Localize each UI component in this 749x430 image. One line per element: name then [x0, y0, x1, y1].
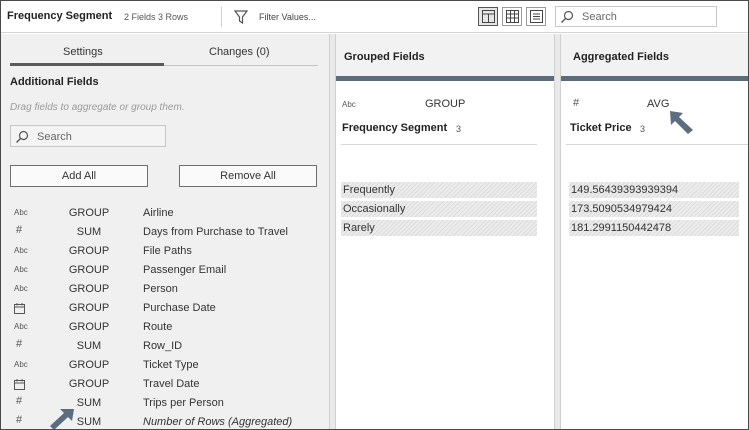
string-type-icon: Abc: [14, 246, 28, 255]
list-item[interactable]: 181.2991150442478: [569, 220, 739, 236]
drag-hint: Drag fields to aggregate or group them.: [10, 102, 185, 113]
string-type-icon: Abc: [14, 265, 28, 274]
list-item[interactable]: GROUP Travel Date: [1, 375, 329, 394]
string-type-icon: Abc: [14, 284, 28, 293]
add-all-button[interactable]: Add All: [10, 165, 148, 187]
tab-settings[interactable]: Settings: [63, 46, 103, 58]
panel-splitter[interactable]: [329, 34, 336, 429]
active-tab-indicator: [10, 63, 164, 66]
table-view-button[interactable]: [502, 7, 522, 26]
field-name: File Paths: [143, 245, 192, 257]
search-input[interactable]: Search: [555, 6, 717, 27]
list-item[interactable]: Abc GROUP Ticket Type: [1, 356, 329, 375]
string-type-icon: Abc: [14, 208, 28, 217]
number-type-icon: #: [16, 224, 23, 236]
search-icon: [16, 130, 29, 143]
list-item[interactable]: Abc GROUP Route: [1, 318, 329, 337]
value-count: 3: [640, 124, 646, 134]
list-item[interactable]: Occasionally: [341, 201, 537, 217]
list-item[interactable]: Abc GROUP Passenger Email: [1, 261, 329, 280]
profile-view-button[interactable]: [478, 7, 498, 26]
list-item[interactable]: 173.5090534979424: [569, 201, 739, 217]
field-name: Travel Date: [143, 378, 200, 390]
header-divider: [341, 144, 537, 145]
aggregation-type[interactable]: GROUP: [61, 321, 117, 333]
remove-all-button[interactable]: Remove All: [179, 165, 317, 187]
value-count: 3: [456, 124, 462, 134]
field-name: Airline: [143, 207, 174, 219]
number-type-icon: #: [16, 395, 23, 407]
list-view-button[interactable]: [526, 7, 546, 26]
list-item[interactable]: Abc GROUP File Paths: [1, 242, 329, 261]
aggregation-type[interactable]: SUM: [61, 226, 117, 238]
field-name: Purchase Date: [143, 302, 216, 314]
field-name: Days from Purchase to Travel: [143, 226, 288, 238]
panel-splitter[interactable]: [554, 34, 561, 429]
aggregation-type[interactable]: GROUP: [425, 98, 465, 110]
field-search-input[interactable]: Search: [10, 125, 166, 147]
panel-header-bar: [336, 76, 554, 81]
list-item[interactable]: GROUP Purchase Date: [1, 299, 329, 318]
field-search-placeholder: Search: [37, 131, 72, 143]
arrow-pointer-icon: [670, 111, 693, 134]
tab-changes[interactable]: Changes (0): [209, 46, 270, 58]
aggregation-type[interactable]: GROUP: [61, 264, 117, 276]
number-type-icon: #: [16, 414, 23, 426]
grouped-fields-title: Grouped Fields: [344, 51, 425, 63]
search-icon: [561, 10, 574, 23]
list-item[interactable]: Frequently: [341, 182, 537, 198]
aggregated-fields-title: Aggregated Fields: [573, 51, 669, 63]
arrow-pointer-icon: [50, 409, 74, 429]
field-name: Person: [143, 283, 178, 295]
aggregated-fields-panel: Aggregated Fields # AVG Ticket Price 3 1…: [561, 34, 748, 429]
list-item[interactable]: Abc GROUP Airline: [1, 204, 329, 223]
field-name[interactable]: Frequency Segment: [342, 122, 447, 134]
aggregation-type[interactable]: SUM: [61, 340, 117, 352]
list-item[interactable]: # SUM Row_ID: [1, 337, 329, 356]
grouped-fields-panel: Grouped Fields Abc GROUP Frequency Segme…: [336, 34, 554, 429]
field-name: Number of Rows (Aggregated): [143, 416, 293, 428]
table-view-icon: [506, 10, 519, 23]
string-type-icon: Abc: [14, 360, 28, 369]
aggregation-type[interactable]: GROUP: [61, 378, 117, 390]
additional-fields-heading: Additional Fields: [10, 76, 99, 88]
list-item[interactable]: Rarely: [341, 220, 537, 236]
grouped-fields-header: Grouped Fields: [336, 34, 554, 76]
aggregation-type[interactable]: GROUP: [61, 245, 117, 257]
clean-step-window: Frequency Segment 2 Fields 3 Rows Filter…: [0, 0, 749, 430]
field-name: Row_ID: [143, 340, 183, 352]
field-name[interactable]: Ticket Price: [570, 122, 632, 134]
search-placeholder: Search: [582, 11, 617, 23]
field-name: Ticket Type: [143, 359, 199, 371]
list-item[interactable]: 149.56439393939394: [569, 182, 739, 198]
aggregation-type[interactable]: GROUP: [61, 359, 117, 371]
aggregated-fields-header: Aggregated Fields: [561, 34, 748, 76]
aggregation-type[interactable]: GROUP: [61, 302, 117, 314]
number-type-icon: #: [16, 338, 23, 350]
toolbar-divider: [221, 7, 222, 27]
settings-panel: Settings Changes (0) Additional Fields D…: [1, 34, 329, 429]
step-meta: 2 Fields 3 Rows: [124, 12, 189, 22]
filter-icon[interactable]: [233, 9, 249, 25]
list-view-icon: [530, 10, 543, 23]
field-name: Route: [143, 321, 173, 333]
string-type-icon: Abc: [342, 100, 356, 109]
profile-view-icon: [482, 10, 495, 23]
step-title: Frequency Segment: [7, 10, 113, 22]
string-type-icon: Abc: [14, 322, 28, 331]
field-name: Trips per Person: [143, 397, 224, 409]
calendar-icon: [14, 303, 25, 316]
aggregation-type[interactable]: GROUP: [61, 207, 117, 219]
field-name: Passenger Email: [143, 264, 227, 276]
list-item[interactable]: # SUM Days from Purchase to Travel: [1, 223, 329, 242]
header-divider: [566, 144, 748, 145]
calendar-icon: [14, 379, 25, 392]
panel-header-bar: [561, 76, 748, 81]
number-type-icon: #: [573, 97, 580, 109]
aggregation-type[interactable]: GROUP: [61, 283, 117, 295]
toolbar: Frequency Segment 2 Fields 3 Rows Filter…: [1, 1, 748, 33]
filter-values-button[interactable]: Filter Values...: [259, 12, 316, 22]
list-item[interactable]: Abc GROUP Person: [1, 280, 329, 299]
